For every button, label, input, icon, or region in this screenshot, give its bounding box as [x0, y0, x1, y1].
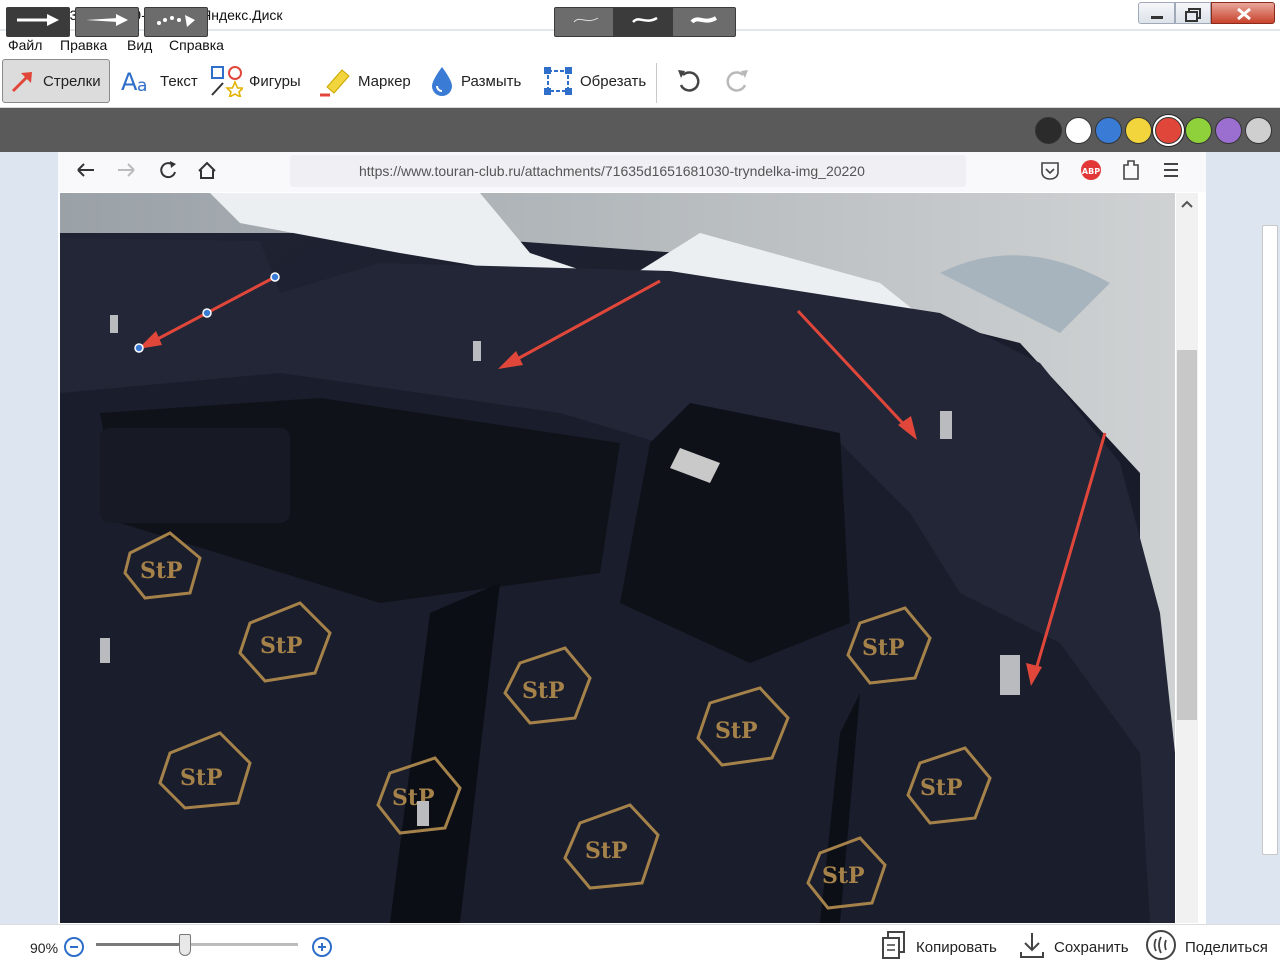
- svg-text:ABP: ABP: [1082, 167, 1100, 176]
- tool-label: Фигуры: [249, 72, 301, 90]
- tool-label: Обрезать: [580, 72, 647, 90]
- svg-text:A: A: [121, 68, 138, 96]
- zoom-level: 90%: [30, 940, 59, 956]
- color-swatch-green[interactable]: [1185, 117, 1212, 144]
- stp-label: StP: [180, 765, 223, 791]
- arrow-tool-icon: [9, 67, 37, 95]
- color-swatch-black[interactable]: [1035, 117, 1062, 144]
- menu-file[interactable]: Файл: [8, 37, 42, 53]
- medium-line-icon: [625, 13, 665, 32]
- color-swatch-red[interactable]: [1155, 117, 1182, 144]
- svg-text:a: a: [137, 76, 147, 96]
- tool-label: Размыть: [461, 72, 522, 90]
- copy-icon: [880, 930, 908, 964]
- page-scrollbar-thumb[interactable]: [1177, 350, 1197, 720]
- color-swatch-yellow[interactable]: [1125, 117, 1152, 144]
- line-width-thick-button[interactable]: [672, 7, 736, 37]
- line-width-thin-button[interactable]: [554, 7, 618, 37]
- stp-label: StP: [715, 718, 758, 744]
- car-trunk-photo: StP StP StP StP StP StP StP StP StP StP: [60, 193, 1175, 923]
- color-swatch-blue[interactable]: [1095, 117, 1122, 144]
- stp-label: StP: [260, 633, 303, 659]
- crop-tool-icon: [542, 65, 574, 97]
- close-button[interactable]: [1211, 2, 1275, 24]
- thick-line-icon: [684, 13, 724, 32]
- dotted-arrow-icon: [153, 11, 199, 34]
- scroll-up-icon: [1181, 200, 1193, 208]
- zoom-slider-fill: [96, 943, 185, 946]
- stp-label: StP: [140, 558, 183, 584]
- stp-label: StP: [522, 678, 565, 704]
- tool-marker[interactable]: Маркер: [312, 59, 417, 103]
- color-swatch-white[interactable]: [1065, 117, 1092, 144]
- menu-edit[interactable]: Правка: [60, 37, 107, 53]
- text-tool-icon: Aa: [120, 66, 154, 96]
- copy-button[interactable]: Копировать: [880, 930, 997, 964]
- tool-label: Маркер: [358, 72, 411, 90]
- share-icon: [1145, 929, 1177, 965]
- undo-button[interactable]: [668, 59, 710, 103]
- minimize-button[interactable]: [1138, 2, 1175, 24]
- stp-label: StP: [585, 838, 628, 864]
- copy-label: Копировать: [916, 938, 997, 956]
- tool-label: Текст: [160, 72, 198, 90]
- menu-view[interactable]: Вид: [127, 37, 152, 53]
- menu-help[interactable]: Справка: [169, 37, 224, 53]
- plus-icon: [318, 943, 326, 951]
- stp-label: StP: [862, 635, 905, 661]
- arrow-style-thick-button[interactable]: [6, 7, 70, 37]
- toolbar: Стрелки Aa Текст Фигуры Маркер Размыть О…: [0, 57, 1280, 108]
- blur-tool-icon: [429, 65, 455, 97]
- redo-icon: [722, 66, 752, 96]
- undo-icon: [674, 66, 704, 96]
- color-swatch-gray[interactable]: [1245, 117, 1272, 144]
- shapes-tool-icon: [209, 65, 243, 97]
- share-label: Поделиться: [1185, 938, 1268, 956]
- save-button[interactable]: Сохранить: [1018, 932, 1129, 962]
- minus-icon: [70, 946, 78, 948]
- viewer-scrollbar[interactable]: [1262, 225, 1278, 855]
- thin-line-icon: [566, 13, 606, 32]
- zoom-in-button[interactable]: [312, 937, 332, 957]
- redo-button[interactable]: [716, 59, 758, 103]
- photo: StP StP StP StP StP StP StP StP StP StP: [60, 193, 1175, 923]
- zoom-out-button[interactable]: [64, 937, 84, 957]
- download-icon: [1018, 930, 1046, 964]
- arrow-style-dotted-button[interactable]: [144, 7, 208, 37]
- stp-label: StP: [822, 863, 865, 889]
- stp-label: StP: [920, 775, 963, 801]
- share-button[interactable]: Поделиться: [1145, 929, 1268, 965]
- thick-arrow-icon: [15, 12, 61, 33]
- tool-crop[interactable]: Обрезать: [536, 59, 652, 103]
- tool-shapes[interactable]: Фигуры: [203, 59, 307, 103]
- color-swatch-purple[interactable]: [1215, 117, 1242, 144]
- tool-blur[interactable]: Размыть: [423, 59, 527, 103]
- maximize-button[interactable]: [1175, 2, 1211, 24]
- tool-text[interactable]: Aa Текст: [114, 59, 204, 103]
- toolbar-separator: [656, 63, 657, 103]
- save-label: Сохранить: [1054, 938, 1129, 956]
- arrow-style-thin-button[interactable]: [75, 7, 139, 37]
- url-text: https://www.touran-club.ru/attachments/7…: [359, 163, 865, 179]
- tool-label: Стрелки: [43, 72, 101, 90]
- line-width-medium-button[interactable]: [613, 7, 677, 37]
- tapered-arrow-icon: [84, 12, 130, 33]
- marker-tool-icon: [318, 65, 352, 97]
- tool-arrows[interactable]: Стрелки: [2, 59, 110, 103]
- zoom-slider-thumb[interactable]: [178, 934, 191, 956]
